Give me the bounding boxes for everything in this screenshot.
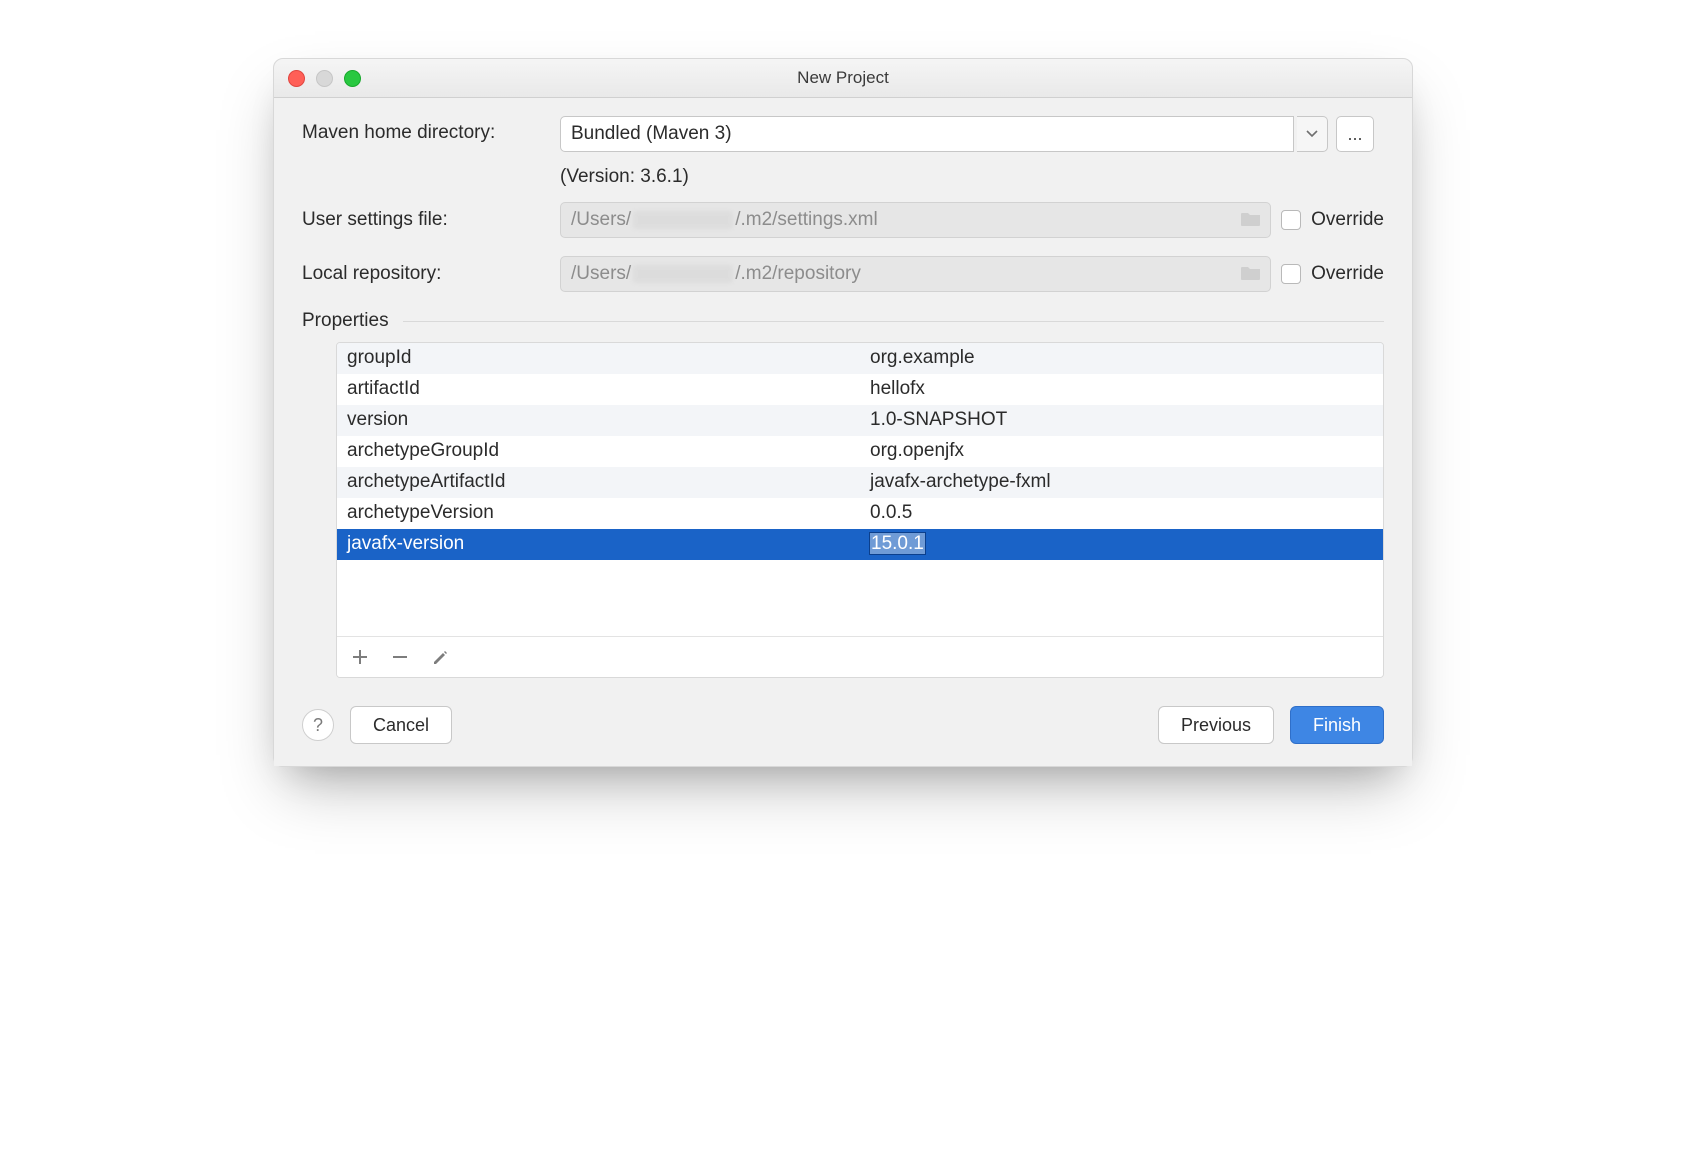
cancel-button[interactable]: Cancel xyxy=(350,706,452,744)
dialog-content: Maven home directory: Bundled (Maven 3) … xyxy=(274,98,1412,766)
zoom-icon[interactable] xyxy=(344,70,361,87)
user-settings-override: Override xyxy=(1281,209,1384,231)
property-value: org.openjfx xyxy=(860,436,1383,467)
help-button[interactable]: ? xyxy=(302,709,334,741)
property-key: archetypeArtifactId xyxy=(337,467,860,498)
property-value: 1.0-SNAPSHOT xyxy=(860,405,1383,436)
local-repo-label: Local repository: xyxy=(302,263,550,285)
user-settings-path-prefix: /Users/ xyxy=(571,209,631,231)
property-key: artifactId xyxy=(337,374,860,405)
redacted xyxy=(633,265,733,283)
redacted xyxy=(633,211,733,229)
new-project-dialog: New Project Maven home directory: Bundle… xyxy=(273,58,1413,767)
property-value: org.example xyxy=(860,343,1383,374)
user-settings-override-label: Override xyxy=(1311,209,1384,231)
table-row[interactable]: groupIdorg.example xyxy=(337,343,1383,374)
maven-home-field-group: Bundled (Maven 3) ... xyxy=(560,116,1374,150)
local-repo-field: /Users/ /.m2/repository xyxy=(560,256,1271,292)
minimize-icon xyxy=(316,70,333,87)
user-settings-label: User settings file: xyxy=(302,209,550,231)
properties-table[interactable]: groupIdorg.exampleartifactIdhellofxversi… xyxy=(337,343,1383,560)
maven-home-combo[interactable]: Bundled (Maven 3) xyxy=(560,116,1294,152)
table-row[interactable]: javafx-version15.0.1 xyxy=(337,529,1383,560)
local-repo-path-prefix: /Users/ xyxy=(571,263,631,285)
local-repo-path-suffix: /.m2/repository xyxy=(735,263,861,285)
remove-button[interactable] xyxy=(391,648,409,666)
add-button[interactable] xyxy=(351,648,369,666)
property-value: 15.0.1 xyxy=(860,529,1383,560)
maven-home-row: Maven home directory: Bundled (Maven 3) … xyxy=(302,116,1384,150)
properties-label: Properties xyxy=(302,310,389,332)
maven-home-combo-trigger[interactable] xyxy=(1297,116,1328,152)
property-key: version xyxy=(337,405,860,436)
table-row[interactable]: archetypeGroupIdorg.openjfx xyxy=(337,436,1383,467)
user-settings-field: /Users/ /.m2/settings.xml xyxy=(560,202,1271,238)
maven-home-value: Bundled (Maven 3) xyxy=(571,123,732,145)
properties-table-empty-area xyxy=(337,560,1383,636)
property-key: archetypeGroupId xyxy=(337,436,860,467)
table-row[interactable]: archetypeArtifactIdjavafx-archetype-fxml xyxy=(337,467,1383,498)
user-settings-row: User settings file: /Users/ /.m2/setting… xyxy=(302,202,1384,238)
user-settings-path-suffix: /.m2/settings.xml xyxy=(735,209,878,231)
maven-home-browse-button[interactable]: ... xyxy=(1336,116,1374,152)
chevron-down-icon xyxy=(1306,130,1318,138)
property-key: groupId xyxy=(337,343,860,374)
ellipsis-icon: ... xyxy=(1347,124,1362,145)
table-row[interactable]: artifactIdhellofx xyxy=(337,374,1383,405)
dialog-footer: ? Cancel Previous Finish xyxy=(302,706,1384,744)
plus-icon xyxy=(351,648,369,666)
folder-icon xyxy=(1240,210,1262,228)
local-repo-override-label: Override xyxy=(1311,263,1384,285)
folder-icon xyxy=(1240,264,1262,282)
pencil-icon xyxy=(431,648,449,666)
local-repo-row: Local repository: /Users/ /.m2/repositor… xyxy=(302,256,1384,292)
window-title: New Project xyxy=(797,68,889,88)
maven-home-label: Maven home directory: xyxy=(302,122,550,144)
local-repo-override-checkbox[interactable] xyxy=(1281,264,1301,284)
properties-toolbar xyxy=(337,636,1383,677)
property-value: 0.0.5 xyxy=(860,498,1383,529)
edit-button[interactable] xyxy=(431,648,449,666)
minus-icon xyxy=(391,648,409,666)
maven-version-label: (Version: 3.6.1) xyxy=(550,166,1384,188)
property-value: hellofx xyxy=(860,374,1383,405)
properties-table-container: groupIdorg.exampleartifactIdhellofxversi… xyxy=(336,342,1384,678)
table-row[interactable]: archetypeVersion0.0.5 xyxy=(337,498,1383,529)
help-icon: ? xyxy=(313,715,323,736)
window-controls xyxy=(288,70,361,87)
close-icon[interactable] xyxy=(288,70,305,87)
user-settings-override-checkbox[interactable] xyxy=(1281,210,1301,230)
table-row[interactable]: version1.0-SNAPSHOT xyxy=(337,405,1383,436)
finish-button[interactable]: Finish xyxy=(1290,706,1384,744)
properties-section-header: Properties xyxy=(302,310,1384,332)
previous-button[interactable]: Previous xyxy=(1158,706,1274,744)
titlebar: New Project xyxy=(274,59,1412,98)
property-key: archetypeVersion xyxy=(337,498,860,529)
property-key: javafx-version xyxy=(337,529,860,560)
local-repo-override: Override xyxy=(1281,263,1384,285)
divider xyxy=(403,321,1384,322)
property-value: javafx-archetype-fxml xyxy=(860,467,1383,498)
